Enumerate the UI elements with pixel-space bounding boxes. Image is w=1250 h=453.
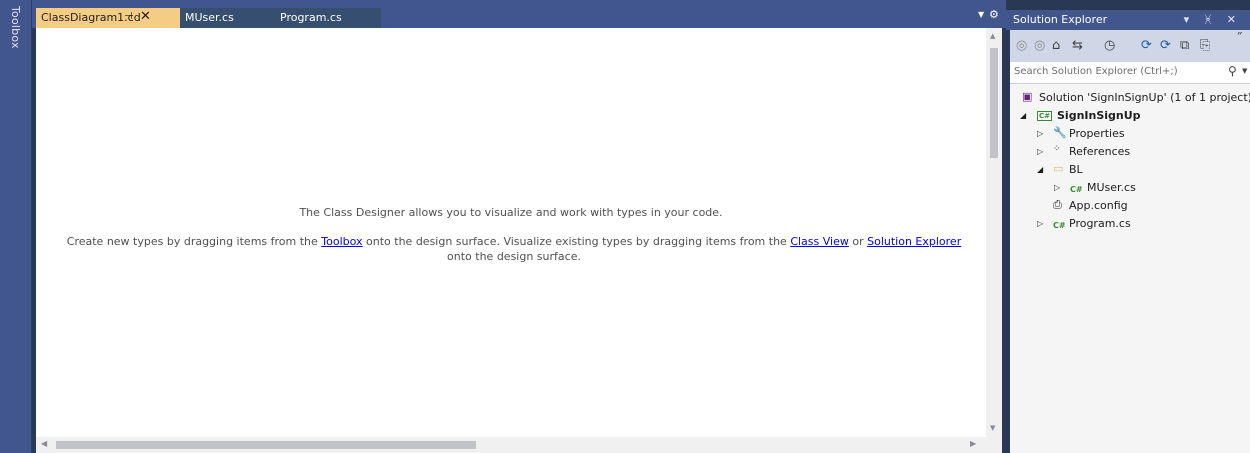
tree-label: MUser.cs [1087, 181, 1136, 194]
tree-folder-bl[interactable]: ◢ ▭ BL [1010, 161, 1250, 179]
chevron-down-icon[interactable]: ▼ [1242, 67, 1247, 75]
config-file-icon: ⎙ [1053, 198, 1062, 211]
scroll-down-icon[interactable]: ▼ [990, 424, 995, 432]
document-tabbar: ClassDiagram1.cd ⊣ ✕ MUser.cs Program.cs… [32, 0, 1006, 28]
tree-solution[interactable]: ▣ Solution 'SignInSignUp' (1 of 1 projec… [1010, 89, 1250, 107]
tree-references[interactable]: ▷ ⁘ References [1010, 143, 1250, 161]
collapsed-arrow-icon[interactable]: ▷ [1037, 147, 1043, 156]
search-placeholder: Search Solution Explorer (Ctrl+;) [1014, 66, 1178, 77]
tree-label: SignInSignUp [1057, 109, 1141, 122]
collapsed-arrow-icon[interactable]: ▷ [1054, 183, 1060, 192]
close-icon[interactable]: ✕ [140, 9, 151, 24]
tab-label: MUser.cs [185, 11, 234, 24]
document-well: ClassDiagram1.cd ⊣ ✕ MUser.cs Program.cs… [32, 0, 1006, 453]
collapsed-arrow-icon[interactable]: ▷ [1037, 129, 1043, 138]
references-icon: ⁘ [1053, 144, 1061, 154]
toolbox-label[interactable]: Toolbox [9, 6, 22, 49]
tree-label: Program.cs [1069, 217, 1131, 230]
tree-file-program[interactable]: ▷ C# Program.cs [1010, 215, 1250, 233]
toolbox-link[interactable]: Toolbox [321, 235, 362, 248]
info-text: onto the design surface. [447, 250, 581, 263]
wrench-icon: 🔧 [1053, 126, 1067, 139]
solution-explorer-body: ◎ ◎ ⌂ ⇆ ◷ ⟳ ⟳ ⧉ ⎘ ˝ Search Solution Expl… [1010, 30, 1250, 453]
designer-info-paragraph: Create new types by dragging items from … [64, 234, 964, 264]
scroll-right-icon[interactable]: ▶ [970, 439, 976, 448]
refresh-icon[interactable]: ⟳ [1160, 38, 1171, 53]
class-view-link[interactable]: Class View [790, 235, 849, 248]
tree-label: BL [1069, 163, 1083, 176]
designer-info-line: The Class Designer allows you to visuali… [299, 206, 723, 219]
panel-title: Solution Explorer [1013, 13, 1108, 26]
history-icon[interactable]: ◷ [1104, 38, 1115, 53]
expand-arrow-icon[interactable]: ◢ [1037, 165, 1043, 174]
solution-explorer-toolbar: ◎ ◎ ⌂ ⇆ ◷ ⟳ ⟳ ⧉ ⎘ ˝ [1010, 30, 1250, 62]
toolbox-strip[interactable]: Toolbox [0, 0, 32, 453]
refresh-icon[interactable]: ⟳ [1141, 38, 1152, 53]
tab-label: Program.cs [280, 11, 342, 24]
solution-search-input[interactable]: Search Solution Explorer (Ctrl+;) ⚲ ▼ [1010, 62, 1250, 84]
horizontal-scrollbar[interactable]: ◀ ▶ [36, 437, 986, 453]
pin-icon[interactable]: ⊣ [124, 11, 133, 22]
info-text: Create new types by dragging items from … [66, 235, 322, 248]
tab-muser[interactable]: MUser.cs [180, 8, 275, 28]
class-designer-surface[interactable]: The Class Designer allows you to visuali… [36, 28, 1002, 453]
tree-label: App.config [1069, 199, 1128, 212]
tree-project[interactable]: ◢ C# SignInSignUp [1010, 107, 1250, 125]
show-all-files-icon[interactable]: ⎘ [1200, 38, 1210, 53]
csharp-file-icon: C# [1070, 185, 1083, 194]
tree-file-muser[interactable]: ▷ C# MUser.cs [1010, 179, 1250, 197]
solution-explorer-panel: Solution Explorer ▾ ᚸ ✕ ◎ ◎ ⌂ ⇆ ◷ ⟳ ⟳ ⧉ … [1006, 0, 1250, 453]
tab-program[interactable]: Program.cs [275, 8, 381, 28]
vertical-scrollbar[interactable]: ▲ ▼ [986, 28, 1002, 437]
scroll-left-icon[interactable]: ◀ [41, 439, 47, 448]
more-icon[interactable]: ˝ [1236, 32, 1243, 47]
tree-label: Solution 'SignInSignUp' (1 of 1 project) [1039, 91, 1250, 104]
forward-icon[interactable]: ◎ [1034, 38, 1045, 53]
scroll-up-icon[interactable]: ▲ [990, 32, 995, 40]
csharp-project-icon: C# [1037, 111, 1053, 121]
sync-icon[interactable]: ⇆ [1072, 38, 1083, 53]
panel-window-buttons[interactable]: ▾ ᚸ ✕ [1184, 13, 1242, 26]
collapsed-arrow-icon[interactable]: ▷ [1037, 219, 1043, 228]
back-icon[interactable]: ◎ [1016, 38, 1027, 53]
tab-overflow-icon[interactable]: ▼ [978, 10, 984, 19]
tree-label: References [1069, 145, 1131, 158]
gear-icon[interactable]: ⚙ [989, 8, 999, 21]
info-text: or [848, 235, 868, 248]
tree-file-appconfig[interactable]: ⎙ App.config [1010, 197, 1250, 215]
folder-icon: ▭ [1053, 162, 1064, 175]
scroll-corner [986, 437, 1002, 453]
scroll-thumb[interactable] [56, 441, 476, 449]
tree-label: Properties [1069, 127, 1125, 140]
scroll-thumb[interactable] [990, 48, 998, 158]
search-icon[interactable]: ⚲ [1228, 64, 1237, 78]
solution-explorer-link[interactable]: Solution Explorer [867, 235, 961, 248]
info-text: onto the design surface. Visualize exist… [362, 235, 791, 248]
home-icon[interactable]: ⌂ [1052, 38, 1060, 53]
csharp-file-icon: C# [1053, 221, 1066, 230]
expand-arrow-icon[interactable]: ◢ [1020, 111, 1026, 120]
solution-icon: ▣ [1022, 90, 1033, 103]
tab-classdiagram[interactable]: ClassDiagram1.cd ⊣ ✕ [36, 8, 180, 28]
tree-properties[interactable]: ▷ 🔧 Properties [1010, 125, 1250, 143]
collapse-all-icon[interactable]: ⧉ [1180, 38, 1189, 53]
solution-explorer-header: Solution Explorer ▾ ᚸ ✕ [1006, 10, 1250, 30]
